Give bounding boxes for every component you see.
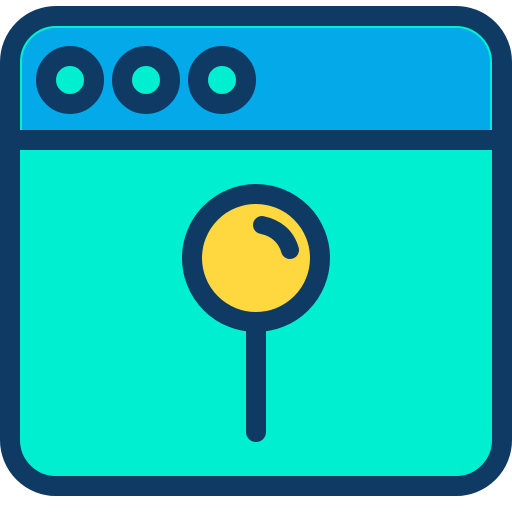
browser-location-icon bbox=[0, 6, 512, 496]
window-dot-3-icon bbox=[188, 46, 256, 114]
window-dot-2-icon bbox=[112, 46, 180, 114]
window-dot-1-icon bbox=[36, 46, 104, 114]
pin-head bbox=[182, 184, 330, 332]
icon-canvas bbox=[0, 0, 512, 512]
window-controls bbox=[36, 46, 256, 114]
